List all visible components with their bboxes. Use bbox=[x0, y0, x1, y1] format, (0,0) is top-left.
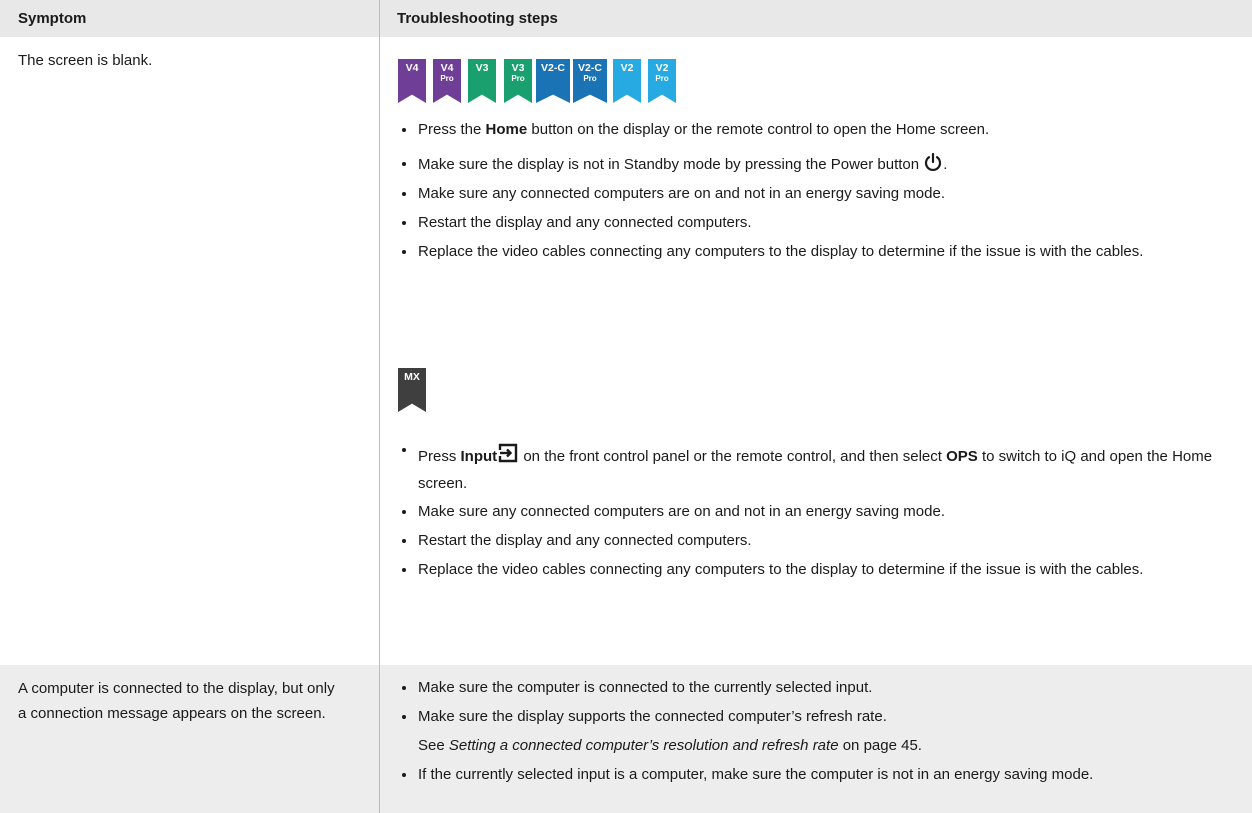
see-also-note: See Setting a connected computer’s resol… bbox=[418, 737, 922, 754]
badge-v3-pro: V3 Pro bbox=[504, 59, 532, 103]
steps-list-connection: Make sure the computer is connected to t… bbox=[397, 676, 1227, 787]
input-icon bbox=[497, 442, 519, 472]
list-item: Make sure the display is not in Standby … bbox=[397, 152, 1227, 180]
list-item: Make sure the display supports the conne… bbox=[397, 705, 1227, 729]
header-troubleshooting-steps: Troubleshooting steps bbox=[397, 10, 558, 27]
badge-v4: V4 bbox=[398, 59, 426, 103]
table-header: Symptom Troubleshooting steps bbox=[0, 0, 1252, 37]
badge-v2c: V2-C bbox=[536, 59, 570, 103]
list-item: Press the Home button on the display or … bbox=[397, 118, 1227, 142]
troubleshooting-table: Symptom Troubleshooting steps The screen… bbox=[0, 0, 1252, 813]
steps-list-mx: Press Input on the front control panel o… bbox=[397, 438, 1227, 582]
cross-reference-link[interactable]: Setting a connected computer’s resolutio… bbox=[449, 737, 839, 754]
symptom-screen-blank: The screen is blank. bbox=[18, 52, 153, 69]
badge-mx: MX bbox=[398, 368, 426, 412]
badge-v3: V3 bbox=[468, 59, 496, 103]
badge-v2c-pro: V2-C Pro bbox=[573, 59, 607, 103]
symptom-connection-message: A computer is connected to the display, … bbox=[18, 680, 335, 722]
steps-list-v-models: Press the Home button on the display or … bbox=[397, 118, 1227, 264]
list-item: If the currently selected input is a com… bbox=[397, 763, 1227, 787]
power-icon bbox=[923, 152, 943, 180]
badge-v2: V2 bbox=[613, 59, 641, 103]
list-item: Replace the video cables connecting any … bbox=[397, 240, 1227, 264]
badge-v2-pro: V2 Pro bbox=[648, 59, 676, 103]
list-item: Make sure the computer is connected to t… bbox=[397, 676, 1227, 700]
column-divider bbox=[379, 0, 380, 813]
list-item: Make sure any connected computers are on… bbox=[397, 182, 1227, 206]
list-item: Replace the video cables connecting any … bbox=[397, 558, 1227, 582]
badge-v4-pro: V4 Pro bbox=[433, 59, 461, 103]
list-item: Restart the display and any connected co… bbox=[397, 211, 1227, 235]
list-item: Make sure any connected computers are on… bbox=[397, 500, 1227, 524]
header-symptom: Symptom bbox=[18, 10, 87, 27]
list-item: Press Input on the front control panel o… bbox=[397, 438, 1227, 496]
list-item: Restart the display and any connected co… bbox=[397, 529, 1227, 553]
